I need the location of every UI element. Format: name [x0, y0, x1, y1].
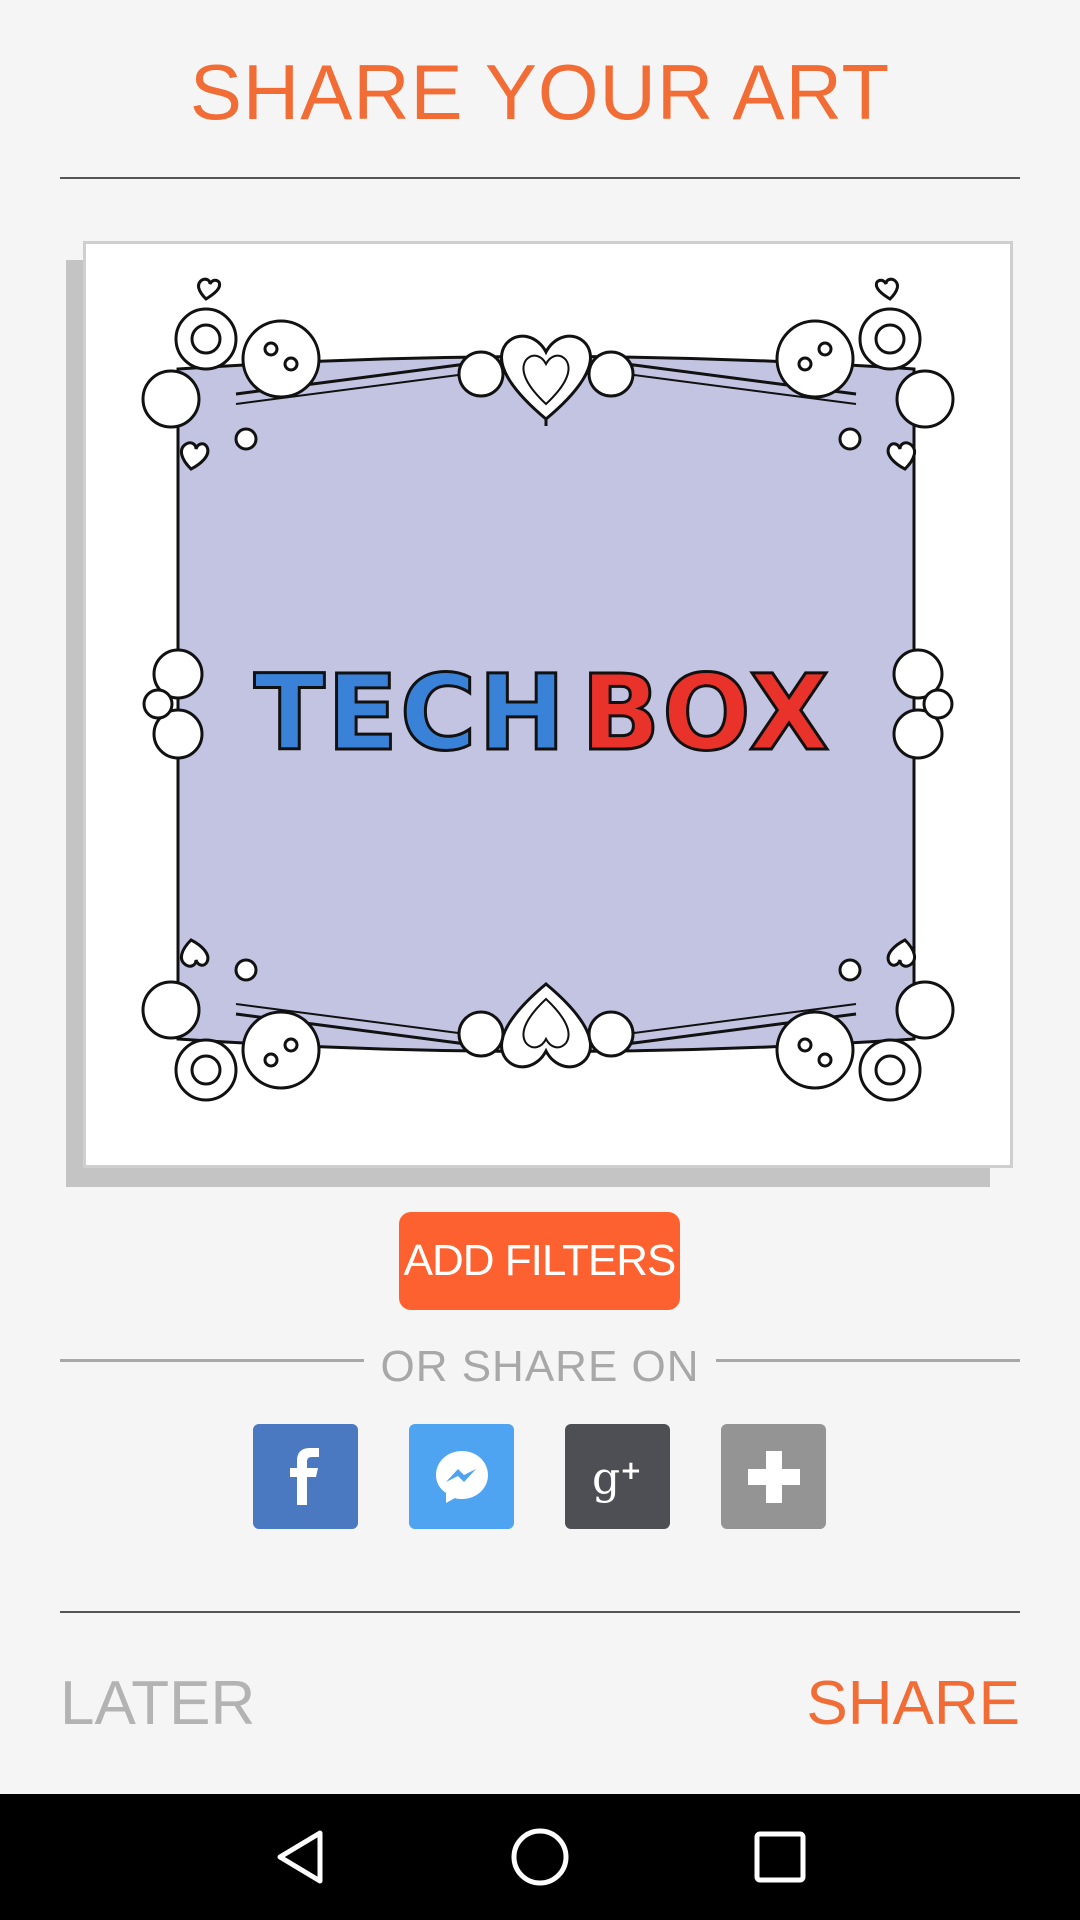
- or-share-divider-right: [716, 1359, 1020, 1362]
- home-circle-icon: [511, 1828, 569, 1886]
- or-share-divider-left: [60, 1359, 364, 1362]
- later-button[interactable]: LATER: [60, 1668, 255, 1740]
- share-messenger-button[interactable]: [409, 1424, 514, 1529]
- share-more-button[interactable]: [721, 1424, 826, 1529]
- svg-text:g: g: [592, 1453, 620, 1504]
- system-navigation-bar: [0, 1794, 1080, 1920]
- nav-back-button[interactable]: [267, 1824, 333, 1890]
- share-screen: SHARE YOUR ART TECH BOX ADD FILTERS OR S…: [0, 0, 1080, 1794]
- artwork-preview: TECH BOX: [83, 241, 1013, 1168]
- facebook-icon: [289, 1447, 319, 1505]
- back-triangle-icon: [277, 1830, 323, 1884]
- logo-tech-text: TECH: [254, 652, 567, 774]
- plus-icon: [747, 1450, 800, 1503]
- page-title: SHARE YOUR ART: [189, 48, 891, 136]
- footer-divider: [60, 1611, 1020, 1613]
- artwork-image: TECH BOX: [141, 277, 955, 1102]
- nav-home-button[interactable]: [507, 1824, 573, 1890]
- google-plus-icon: g +: [592, 1453, 642, 1504]
- nav-recents-button[interactable]: [747, 1824, 813, 1890]
- logo-box-text: BOX: [581, 652, 831, 774]
- svg-text:+: +: [620, 1456, 642, 1486]
- share-button[interactable]: SHARE: [806, 1668, 1020, 1740]
- recents-square-icon: [754, 1831, 806, 1883]
- messenger-icon: [435, 1450, 488, 1503]
- add-filters-button[interactable]: ADD FILTERS: [399, 1212, 680, 1310]
- share-facebook-button[interactable]: [253, 1424, 358, 1529]
- header-divider: [60, 177, 1020, 179]
- or-share-on-label: OR SHARE ON: [380, 1342, 700, 1391]
- share-google-plus-button[interactable]: g +: [565, 1424, 670, 1529]
